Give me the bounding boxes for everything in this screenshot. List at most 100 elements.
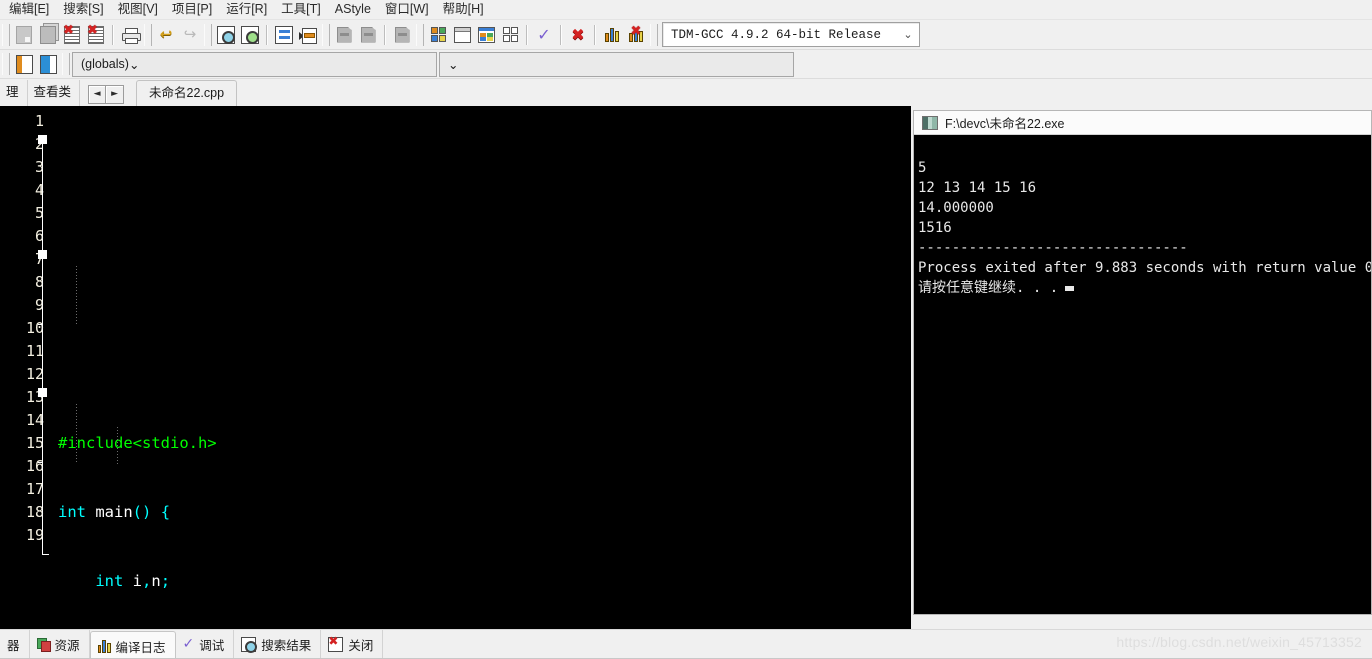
compile-run-button[interactable]: [474, 23, 498, 46]
fold-box-line7[interactable]: [38, 250, 47, 259]
line-number: 14: [25, 411, 44, 429]
close-all-icon: ✖: [87, 24, 104, 44]
toggle-panel-button[interactable]: [390, 23, 414, 46]
menu-item-help[interactable]: 帮助[H]: [436, 0, 491, 19]
toolbar-grip-4[interactable]: [322, 23, 330, 46]
next-tab-button[interactable]: [356, 23, 380, 46]
tab-scroll-next-button[interactable]: ►: [106, 85, 125, 104]
find-next-icon: [241, 25, 259, 44]
bottom-tab-compiler[interactable]: 器: [0, 630, 30, 659]
replace-button[interactable]: [296, 23, 320, 46]
code-text[interactable]: #include<stdio.h> int main() { int i,n; …: [38, 106, 911, 629]
bottom-tab-search-results[interactable]: 搜索结果: [234, 630, 322, 659]
compile-run-icon: [477, 26, 495, 43]
save-icon: [16, 25, 32, 44]
rebuild-button[interactable]: [498, 23, 522, 46]
bottom-tab-resource-label: 资源: [54, 638, 80, 653]
delete-profile-icon: ✖: [628, 25, 644, 42]
close-icon: [328, 635, 344, 652]
profile-button[interactable]: [600, 23, 624, 46]
line-number: 11: [25, 342, 44, 360]
main-toolbar: ✖ ✖ ↩ ↪ ✓ ✖ ✖ TDM-GCC 4.9.2 64-bit Relea…: [0, 20, 1372, 50]
close-all-button[interactable]: ✖: [84, 23, 108, 46]
compiler-select[interactable]: TDM-GCC 4.9.2 64-bit Release ⌄: [662, 22, 920, 47]
globals-select-value: (globals): [81, 57, 129, 71]
dev-cpp-window: 编辑[E] 搜索[S] 视图[V] 项目[P] 运行[R] 工具[T] ASty…: [0, 0, 1372, 659]
bottom-tab-close-label: 关闭: [348, 638, 374, 653]
next-tab-icon: [360, 26, 376, 43]
close-file-icon: ✖: [63, 24, 80, 44]
code-line-2: int main() {: [58, 503, 171, 521]
profile-icon: [604, 27, 620, 42]
toolbar-separator-2: [266, 24, 268, 45]
menu-item-run[interactable]: 运行[R]: [219, 0, 274, 19]
prev-tab-button[interactable]: [332, 23, 356, 46]
bottom-tab-resource[interactable]: 资源: [30, 630, 90, 659]
bottom-tab-build-log[interactable]: 编译日志: [89, 631, 176, 659]
editor-tab-untitled22[interactable]: 未命名22.cpp: [136, 80, 238, 107]
build-log-icon: [97, 639, 111, 653]
toolbar-separator: [112, 24, 114, 45]
bottom-tab-close[interactable]: 关闭: [321, 630, 384, 659]
line-number: 5: [34, 204, 44, 222]
menu-item-search[interactable]: 搜索[S]: [56, 0, 110, 19]
toolbar-grip-6[interactable]: [650, 23, 658, 46]
globals-select[interactable]: (globals) ⌄: [72, 51, 437, 77]
find-button[interactable]: [214, 23, 238, 46]
toggle-class-panel-button[interactable]: [36, 53, 60, 76]
toolbar-grip-5[interactable]: [416, 23, 424, 46]
bottom-tab-debug-label: 调试: [199, 638, 225, 653]
class-panel-icon: [39, 54, 57, 74]
toolbar-grip-3[interactable]: [204, 23, 212, 46]
console-output: 5 12 13 14 15 16 14.000000 1516 --------…: [914, 135, 1371, 614]
toolbar2-grip-2[interactable]: [62, 53, 70, 75]
menu-item-project[interactable]: 项目[P]: [165, 0, 219, 19]
line-number: 18: [25, 503, 44, 521]
stop-execution-button[interactable]: ✖: [566, 23, 590, 46]
fold-box-line13[interactable]: [38, 388, 47, 397]
menu-item-astyle[interactable]: AStyle: [328, 0, 378, 19]
run-button[interactable]: [450, 23, 474, 46]
line-number: 15: [25, 434, 44, 452]
find-next-button[interactable]: [238, 23, 262, 46]
save-all-button[interactable]: [36, 23, 60, 46]
compile-button[interactable]: [426, 23, 450, 46]
toggle-project-panel-button[interactable]: [12, 53, 36, 76]
delete-profile-button[interactable]: ✖: [624, 23, 648, 46]
menu-item-window[interactable]: 窗口[W]: [378, 0, 436, 19]
sidebar-tab-project[interactable]: 理: [0, 80, 28, 106]
menu-item-view[interactable]: 视图[V]: [111, 0, 165, 19]
syntax-check-button[interactable]: ✓: [532, 23, 556, 46]
sidebar-tab-classes[interactable]: 查看类: [28, 80, 81, 106]
save-button[interactable]: [12, 23, 36, 46]
menu-item-edit[interactable]: 编辑[E]: [2, 0, 56, 19]
line-number: 9: [34, 296, 44, 314]
code-line-3: int i,n;: [95, 572, 171, 590]
main-area: 1 2 3 4 5 6 7 8 9 10 11 12 13 14 15 16 1…: [0, 106, 1372, 629]
tab-scroll-spinner: ◄ ►: [88, 85, 125, 104]
undo-button[interactable]: ↩: [154, 23, 178, 46]
members-select[interactable]: ⌄: [439, 51, 794, 77]
goto-line-button[interactable]: [272, 23, 296, 46]
line-number: 12: [25, 365, 44, 383]
tab-scroll-prev-button[interactable]: ◄: [88, 85, 107, 104]
compiler-select-value: TDM-GCC 4.9.2 64-bit Release: [671, 27, 882, 42]
toolbar2-grip[interactable]: [2, 53, 10, 75]
fold-box-line2[interactable]: [38, 135, 47, 144]
members-chevron-down-icon: ⌄: [448, 57, 459, 72]
bottom-tab-debug[interactable]: ✓ 调试: [176, 630, 235, 659]
code-editor[interactable]: 1 2 3 4 5 6 7 8 9 10 11 12 13 14 15 16 1…: [0, 106, 911, 629]
fold-tick-line16: [38, 462, 43, 463]
run-icon: [453, 26, 471, 43]
redo-button[interactable]: ↪: [178, 23, 202, 46]
toolbar-grip[interactable]: [2, 23, 10, 46]
menu-item-tools[interactable]: 工具[T]: [274, 0, 328, 19]
stop-execution-icon: ✖: [571, 24, 585, 44]
toolbar-grip-2[interactable]: [144, 23, 152, 46]
print-button[interactable]: [118, 23, 142, 46]
replace-icon: [299, 27, 317, 44]
close-file-button[interactable]: ✖: [60, 23, 84, 46]
console-window[interactable]: F:\devc\未命名22.exe 5 12 13 14 15 16 14.00…: [913, 110, 1372, 615]
console-icon: [922, 115, 938, 130]
prev-tab-icon: [336, 26, 352, 43]
